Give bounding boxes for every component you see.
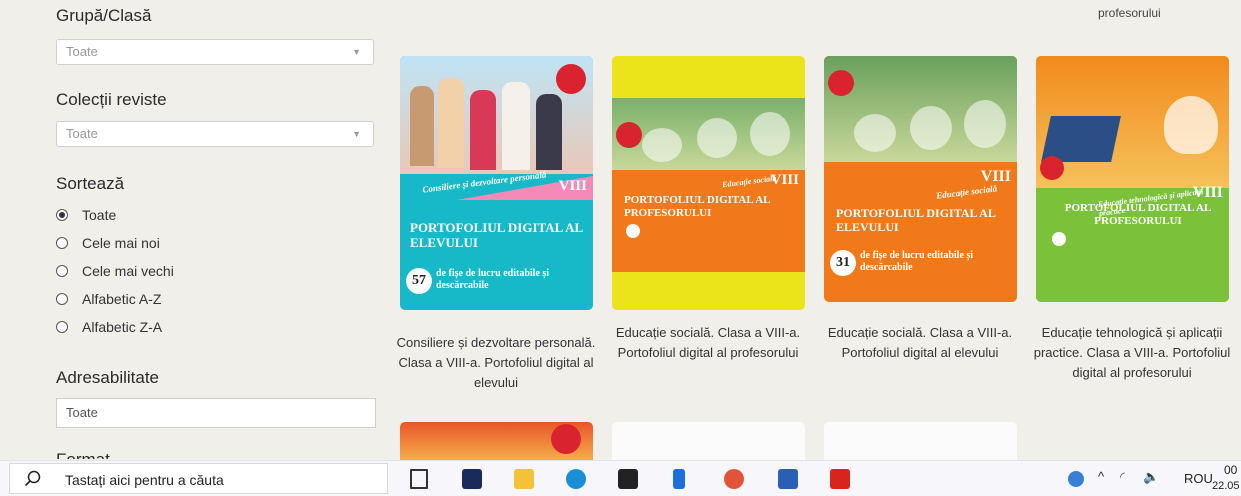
cover-grade: VIII: [980, 168, 1011, 185]
award-badge-icon: [1040, 156, 1064, 180]
chevron-down-icon: ▼: [352, 129, 361, 139]
group-class-select[interactable]: Toate ▼: [56, 39, 374, 65]
hand-cursor-icon: [626, 224, 640, 238]
wifi-icon[interactable]: ◜: [1120, 469, 1125, 485]
filters-sidebar: Grupă/Clasă Toate ▼ Colecții reviste Toa…: [0, 0, 390, 460]
collections-title: Colecții reviste: [56, 90, 167, 109]
sort-option-newest[interactable]: Cele mai noi: [56, 233, 160, 253]
search-placeholder: Tastați aici pentru a căuta: [65, 472, 224, 488]
sort-option-label: Toate: [82, 207, 117, 223]
award-badge-icon: [556, 64, 586, 94]
sort-option-oldest[interactable]: Cele mai vechi: [56, 261, 174, 281]
cover-photo: [824, 56, 1017, 162]
language-indicator[interactable]: ROU: [1184, 471, 1213, 486]
product-cover[interactable]: Educație tehnologică și aplicații practi…: [1036, 56, 1229, 302]
addressability-field[interactable]: Toate: [56, 398, 376, 428]
task-view-icon[interactable]: [410, 469, 428, 489]
cover-count-badge: 57: [406, 268, 432, 294]
sort-option-za[interactable]: Alfabetic Z-A: [56, 317, 162, 337]
sort-title: Sortează: [56, 174, 125, 193]
previous-row-title-fragment: profesorului: [1098, 6, 1161, 20]
cover-photo: [612, 98, 805, 170]
sort-option-label: Cele mai noi: [82, 235, 160, 251]
clock-date[interactable]: 22.05: [1212, 480, 1240, 492]
hand-cursor-icon: [1052, 232, 1066, 246]
search-icon: [24, 470, 41, 487]
award-badge-icon: [616, 122, 642, 148]
acrobat-icon[interactable]: [830, 469, 850, 489]
award-badge-icon: [551, 424, 581, 454]
word-icon[interactable]: [778, 469, 798, 489]
speaker-icon[interactable]: 🔈: [1143, 469, 1159, 485]
product-title[interactable]: Educație socială. Clasa a VIII-a. Portof…: [608, 323, 808, 363]
windows-taskbar: Tastați aici pentru a căuta ^ ◜ 🔈 ROU 00…: [0, 460, 1241, 496]
collections-value: Toate: [66, 126, 98, 141]
sort-option-label: Alfabetic Z-A: [82, 319, 163, 335]
product-title[interactable]: Educație socială. Clasa a VIII-a. Portof…: [820, 323, 1020, 363]
radio-icon[interactable]: [56, 293, 68, 305]
radio-icon[interactable]: [56, 321, 68, 333]
cover-photo: [400, 56, 593, 174]
cover-grade: VIII: [1192, 184, 1223, 201]
help-icon[interactable]: [1068, 471, 1084, 487]
file-explorer-icon[interactable]: [514, 469, 534, 489]
cover-heading: PORTOFOLIUL DIGITAL AL PROFESORULUI: [1064, 202, 1212, 227]
app-s-icon[interactable]: [462, 469, 482, 489]
award-badge-icon: [828, 70, 854, 96]
cover-tagline: de fișe de lucru editabile și descărcabi…: [860, 250, 974, 273]
collections-select[interactable]: Toate ▼: [56, 121, 374, 147]
radio-icon[interactable]: [56, 237, 68, 249]
product-cover[interactable]: [612, 422, 805, 462]
cover-tagline: de fișe de lucru editabile și descărcabi…: [436, 268, 550, 291]
cover-grade: VIII: [558, 178, 587, 194]
sort-option-label: Alfabetic A-Z: [82, 291, 162, 307]
sort-option-all[interactable]: Toate: [56, 205, 116, 225]
cover-heading: PORTOFOLIUL DIGITAL AL ELEVULUI: [410, 220, 583, 250]
sort-option-az[interactable]: Alfabetic A-Z: [56, 289, 161, 309]
addressability-title: Adresabilitate: [56, 368, 160, 387]
group-class-value: Toate: [66, 44, 98, 59]
phone-icon[interactable]: [673, 469, 685, 489]
clock-time[interactable]: 00: [1224, 463, 1237, 477]
cover-grade: VIII: [770, 172, 799, 188]
store-icon[interactable]: [618, 469, 638, 489]
cover-photo: [1036, 56, 1229, 188]
product-title[interactable]: Educație tehnologică și aplicații practi…: [1032, 323, 1232, 383]
cover-heading: PORTOFOLIUL DIGITAL AL PROFESORULUI: [624, 194, 770, 219]
chevron-down-icon: ▼: [352, 47, 361, 57]
taskbar-search[interactable]: Tastați aici pentru a căuta: [9, 463, 388, 494]
product-cover[interactable]: Educație socială VIII PORTOFOLIUL DIGITA…: [824, 56, 1017, 302]
product-cover[interactable]: [824, 422, 1017, 462]
product-cover[interactable]: Consiliere și dezvoltare personală VIII …: [400, 56, 593, 310]
product-cover[interactable]: [400, 422, 593, 462]
cover-heading: PORTOFOLIUL DIGITAL AL ELEVULUI: [836, 206, 996, 234]
firefox-icon[interactable]: [724, 469, 744, 489]
radio-icon[interactable]: [56, 265, 68, 277]
chevron-up-icon[interactable]: ^: [1098, 469, 1104, 484]
cover-count-badge: 31: [830, 250, 856, 276]
sort-option-label: Cele mai vechi: [82, 263, 174, 279]
light-bulb-icon: [1164, 96, 1218, 154]
radio-checked-icon[interactable]: [56, 209, 68, 221]
group-class-title: Grupă/Clasă: [56, 6, 152, 25]
edge-icon[interactable]: [566, 469, 586, 489]
product-title[interactable]: Consiliere și dezvoltare personală. Clas…: [396, 333, 596, 393]
product-cover[interactable]: Educație socială VIII PORTOFOLIUL DIGITA…: [612, 56, 805, 310]
